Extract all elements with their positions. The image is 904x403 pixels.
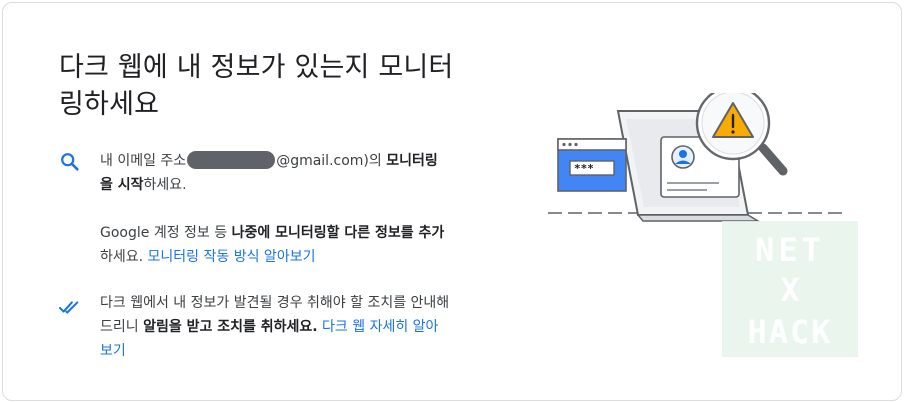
double-check-icon <box>59 301 79 314</box>
watermark-line-1: NET <box>755 231 825 269</box>
password-mask: *** <box>574 162 594 175</box>
add-info-bold: 나중에 모니터링할 다른 정보를 추가 <box>231 225 445 241</box>
add-info-text: Google 계정 정보 등 나중에 모니터링할 다른 정보를 추가하세요. 모… <box>100 221 450 269</box>
add-info-prefix: Google 계정 정보 등 <box>100 225 228 241</box>
netxhack-watermark: NET X HACK <box>722 221 858 357</box>
page-title: 다크 웹에 내 정보가 있는지 모니터링하세요 <box>59 52 454 120</box>
add-info-end: 하세요. <box>100 249 144 265</box>
search-icon <box>61 153 79 171</box>
email-suffix-text: @gmail.com)의 <box>276 153 382 169</box>
watermark-line-3: HACK <box>747 313 832 351</box>
start-monitoring-end: 하세요. <box>143 177 187 193</box>
laptop-illustration: *** <box>548 93 843 222</box>
how-monitoring-works-link[interactable]: 모니터링 작동 방식 알아보기 <box>148 249 316 265</box>
email-prefix-text: 내 이메일 주소 <box>100 153 187 169</box>
start-monitoring-text: 내 이메일 주소 @gmail.com)의 모니터링을 시작하세요. <box>100 149 450 197</box>
redacted-email <box>187 151 276 169</box>
alert-text: 다크 웹에서 내 정보가 발견될 경우 취해야 할 조치를 안내해 드리니 알림… <box>100 291 450 363</box>
alert-bold: 알림을 받고 조치를 취하세요. <box>143 319 318 335</box>
dark-web-card: 다크 웹에 내 정보가 있는지 모니터링하세요 내 이메일 주소 @gmail.c… <box>2 2 902 401</box>
watermark-line-2: X <box>780 271 799 309</box>
